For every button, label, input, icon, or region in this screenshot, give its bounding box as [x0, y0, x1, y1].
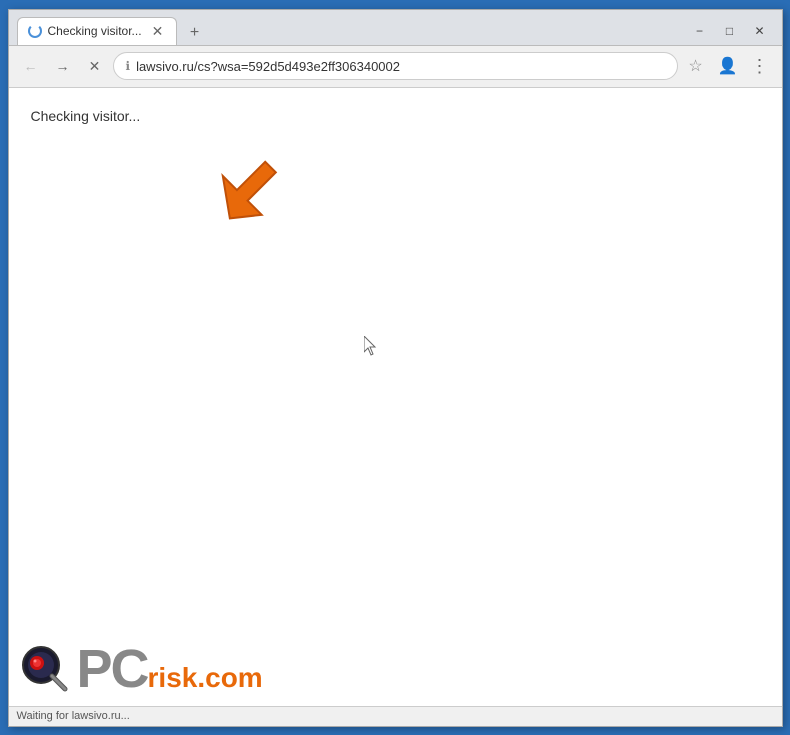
loading-spinner	[28, 24, 42, 38]
mouse-cursor	[364, 336, 380, 356]
security-icon: ℹ	[126, 59, 131, 73]
risk-text: risk.com	[148, 662, 263, 694]
menu-button[interactable]: ⋮	[746, 52, 774, 80]
status-text: Waiting for lawsivo.ru...	[17, 710, 130, 722]
reload-button[interactable]: ✕	[81, 52, 109, 80]
pcrisk-logo: PC risk.com	[19, 642, 263, 696]
pcrisk-text: PC risk.com	[77, 642, 263, 696]
pcrisk-watermark: PC risk.com	[19, 642, 263, 696]
back-button[interactable]: ←	[17, 52, 45, 80]
tab-close-button[interactable]: ✕	[150, 23, 166, 39]
url-text: lawsivo.ru/cs?wsa=592d5d493e2ff306340002	[136, 59, 664, 74]
browser-tab[interactable]: Checking visitor... ✕	[17, 17, 177, 45]
status-bar: Waiting for lawsivo.ru...	[9, 706, 782, 726]
new-tab-button[interactable]: +	[181, 21, 209, 45]
title-bar: Checking visitor... ✕ + − □ ✕	[9, 10, 782, 46]
browser-window: Checking visitor... ✕ + − □ ✕ ← → ✕ ℹ la…	[8, 9, 783, 727]
address-bar[interactable]: ℹ lawsivo.ru/cs?wsa=592d5d493e2ff3063400…	[113, 52, 678, 80]
window-controls: − □ ✕	[686, 21, 774, 45]
arrow-indicator	[199, 138, 289, 233]
bookmark-button[interactable]: ☆	[682, 52, 710, 80]
forward-button[interactable]: →	[49, 52, 77, 80]
pc-text: PC	[77, 642, 148, 696]
close-window-button[interactable]: ✕	[746, 21, 774, 41]
profile-button[interactable]: 👤	[714, 52, 742, 80]
tab-title: Checking visitor...	[48, 24, 144, 38]
minimize-button[interactable]: −	[686, 21, 714, 41]
maximize-button[interactable]: □	[716, 21, 744, 41]
navigation-toolbar: ← → ✕ ℹ lawsivo.ru/cs?wsa=592d5d493e2ff3…	[9, 46, 782, 88]
pcrisk-icon	[19, 643, 71, 695]
checking-text: Checking visitor...	[31, 108, 141, 124]
page-content: Checking visitor...	[9, 88, 782, 706]
